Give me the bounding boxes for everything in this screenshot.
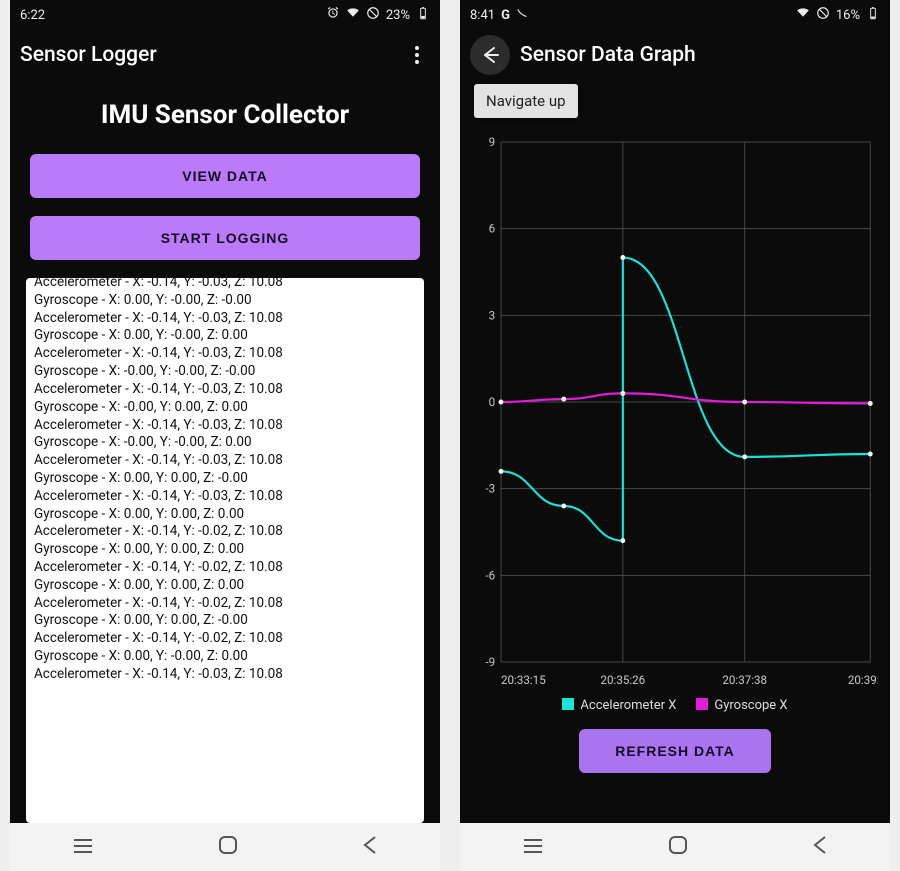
- back-icon[interactable]: [363, 835, 377, 859]
- svg-text:3: 3: [489, 308, 496, 322]
- view-data-button[interactable]: VIEW DATA: [30, 154, 420, 198]
- log-line: Accelerometer - X: -0.14, Y: -0.02, Z: 1…: [34, 595, 416, 613]
- sensor-chart[interactable]: 9 6 3 0 -3 -6 -9 20:33:15 20:35:26 20:37:38 20:39:…: [472, 134, 878, 713]
- system-nav-bar: [10, 823, 440, 871]
- app-bar: Sensor Data Graph: [460, 30, 890, 80]
- svg-text:9: 9: [489, 135, 496, 149]
- recents-icon[interactable]: [73, 838, 93, 857]
- legend-swatch-accel: [562, 698, 574, 710]
- system-nav-bar: [460, 823, 890, 871]
- status-indicator-g: G: [501, 8, 510, 23]
- svg-text:-3: -3: [485, 481, 495, 495]
- log-line: Gyroscope - X: -0.00, Y: 0.00, Z: 0.00: [34, 399, 416, 417]
- log-line: Accelerometer - X: -0.14, Y: -0.03, Z: 1…: [34, 417, 416, 435]
- battery-icon: [866, 6, 880, 24]
- log-line: Accelerometer - X: -0.14, Y: -0.03, Z: 1…: [34, 666, 416, 684]
- log-line: Accelerometer - X: -0.14, Y: -0.03, Z: 1…: [34, 345, 416, 363]
- start-logging-button[interactable]: START LOGGING: [30, 216, 420, 260]
- recents-icon[interactable]: [523, 838, 543, 857]
- status-bar: 6:22 23%: [10, 0, 440, 30]
- refresh-data-button[interactable]: REFRESH DATA: [579, 729, 771, 773]
- log-line: Accelerometer - X: -0.14, Y: -0.03, Z: 1…: [34, 488, 416, 506]
- page-heading: IMU Sensor Collector: [22, 100, 428, 130]
- status-time: 8:41: [470, 8, 495, 23]
- log-line: Gyroscope - X: 0.00, Y: 0.00, Z: 0.00: [34, 506, 416, 524]
- svg-text:20:39:49: 20:39:49: [848, 673, 878, 687]
- main-content: IMU Sensor Collector VIEW DATA START LOG…: [10, 80, 440, 823]
- log-line: Gyroscope - X: 0.00, Y: -0.00, Z: -0.00: [34, 292, 416, 310]
- svg-text:20:37:38: 20:37:38: [722, 673, 767, 687]
- phone-screen-logger: 6:22 23% Sensor Logger: [10, 0, 440, 871]
- svg-text:-9: -9: [485, 655, 495, 669]
- log-line: Accelerometer - X: -0.14, Y: -0.03, Z: 1…: [34, 278, 416, 292]
- log-line: Gyroscope - X: 0.00, Y: -0.00, Z: 0.00: [34, 648, 416, 666]
- svg-text:20:35:26: 20:35:26: [600, 673, 645, 687]
- main-content: 9 6 3 0 -3 -6 -9 20:33:15 20:35:26 20:37:38 20:39:…: [460, 80, 890, 823]
- wifi-icon: [796, 6, 810, 24]
- svg-text:-6: -6: [485, 568, 495, 582]
- app-title: Sensor Data Graph: [520, 43, 880, 67]
- sensor-log-panel[interactable]: Accelerometer - X: -0.14, Y: -0.03, Z: 1…: [26, 278, 424, 823]
- battery-text: 23%: [386, 8, 410, 23]
- log-line: Accelerometer - X: -0.14, Y: -0.03, Z: 1…: [34, 310, 416, 328]
- battery-text: 16%: [836, 8, 860, 23]
- chart-legend: Accelerometer X Gyroscope X: [472, 698, 878, 713]
- log-line: Gyroscope - X: 0.00, Y: 0.00, Z: 0.00: [34, 541, 416, 559]
- status-extra-icon: [516, 6, 530, 24]
- home-icon[interactable]: [218, 835, 238, 859]
- wifi-icon: [346, 6, 360, 24]
- alarm-icon: [326, 6, 340, 24]
- phone-screen-graph: 8:41 G 16%: [460, 0, 890, 871]
- log-line: Gyroscope - X: 0.00, Y: 0.00, Z: -0.00: [34, 612, 416, 630]
- log-line: Gyroscope - X: -0.00, Y: -0.00, Z: 0.00: [34, 434, 416, 452]
- log-line: Accelerometer - X: -0.14, Y: -0.03, Z: 1…: [34, 381, 416, 399]
- log-line: Accelerometer - X: -0.14, Y: -0.02, Z: 1…: [34, 523, 416, 541]
- svg-text:20:33:15: 20:33:15: [501, 673, 546, 687]
- svg-text:0: 0: [489, 395, 496, 409]
- status-time: 6:22: [20, 8, 45, 23]
- battery-icon: [416, 6, 430, 24]
- log-line: Gyroscope - X: 0.00, Y: 0.00, Z: 0.00: [34, 577, 416, 595]
- app-title: Sensor Logger: [20, 43, 404, 67]
- overflow-menu-icon[interactable]: [404, 46, 430, 64]
- log-line: Gyroscope - X: -0.00, Y: -0.00, Z: -0.00: [34, 363, 416, 381]
- navigate-up-tooltip: Navigate up: [474, 84, 578, 118]
- do-not-disturb-icon: [366, 6, 380, 24]
- arrow-left-icon: [480, 45, 500, 65]
- log-line: Gyroscope - X: 0.00, Y: 0.00, Z: -0.00: [34, 470, 416, 488]
- svg-text:6: 6: [489, 221, 496, 235]
- back-icon[interactable]: [813, 835, 827, 859]
- legend-swatch-gyro: [696, 698, 708, 710]
- home-icon[interactable]: [668, 835, 688, 859]
- log-line: Gyroscope - X: 0.00, Y: -0.00, Z: 0.00: [34, 327, 416, 345]
- log-line: Accelerometer - X: -0.14, Y: -0.02, Z: 1…: [34, 630, 416, 648]
- legend-label-accel: Accelerometer X: [580, 698, 676, 713]
- log-line: Accelerometer - X: -0.14, Y: -0.02, Z: 1…: [34, 559, 416, 577]
- app-bar: Sensor Logger: [10, 30, 440, 80]
- log-line: Accelerometer - X: -0.14, Y: -0.03, Z: 1…: [34, 452, 416, 470]
- status-bar: 8:41 G 16%: [460, 0, 890, 30]
- navigate-up-button[interactable]: [470, 35, 510, 75]
- legend-label-gyro: Gyroscope X: [714, 698, 787, 713]
- do-not-disturb-icon: [816, 6, 830, 24]
